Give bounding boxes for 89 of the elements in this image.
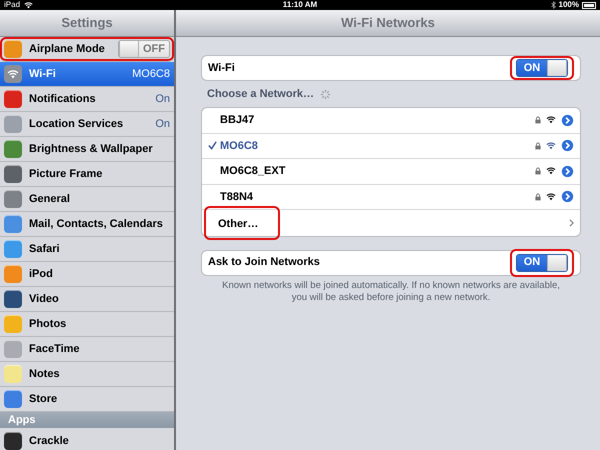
sidebar-item[interactable]: Mail, Contacts, Calendars [0, 212, 174, 237]
sidebar-item[interactable]: Notes [0, 362, 174, 387]
row-label: Ask to Join Networks [208, 255, 320, 270]
sidebar-label: General [29, 192, 70, 207]
row-label: Wi-Fi [208, 60, 235, 76]
check-icon [208, 141, 217, 150]
sidebar-item[interactable]: Notifications On [0, 87, 174, 112]
network-row[interactable]: MO6C8 [202, 134, 580, 159]
app-icon [4, 190, 22, 208]
app-icon [4, 365, 22, 383]
app-icon [4, 290, 22, 308]
sidebar-item[interactable]: Brightness & Wallpaper [0, 137, 174, 162]
app-icon [4, 265, 22, 283]
sidebar-item[interactable]: Crackle [0, 428, 174, 450]
network-row[interactable]: BBJ47 [202, 108, 580, 134]
battery-icon [582, 2, 596, 8]
toggle-label: OFF [139, 41, 169, 57]
sidebar-label: Safari [29, 242, 60, 257]
status-time: 11:10 AM [282, 1, 318, 9]
sidebar-label: Wi-Fi [29, 66, 56, 82]
sidebar-item[interactable]: Wi-Fi MO6C8 [0, 62, 174, 87]
bluetooth-icon [550, 1, 556, 9]
battery-percent: 100% [558, 1, 579, 9]
app-icon [4, 340, 22, 358]
app-icon [4, 215, 22, 233]
detail-disclosure-icon[interactable] [561, 190, 574, 204]
sidebar-label: Crackle [29, 434, 69, 448]
sidebar-item[interactable]: FaceTime [0, 337, 174, 362]
wifi-glyph-icon [7, 70, 19, 78]
wifi-signal-icon [546, 142, 556, 150]
sidebar-label: Airplane Mode [29, 42, 105, 57]
detail-disclosure-icon[interactable] [561, 114, 574, 127]
sidebar-item[interactable]: Photos [0, 312, 174, 337]
network-row[interactable]: T88N4 [202, 184, 580, 210]
app-icon [4, 315, 22, 333]
toggle-label: ON [517, 60, 547, 76]
app-icon [4, 140, 22, 158]
wifi-signal-icon [546, 192, 556, 201]
sidebar-label: Notifications [29, 92, 96, 107]
sidebar-value: MO6C8 [132, 66, 170, 82]
toggle-switch[interactable]: OFF [118, 40, 170, 58]
sidebar-item[interactable]: Picture Frame [0, 162, 174, 187]
network-name: BBJ47 [220, 113, 254, 128]
app-icon [4, 115, 22, 133]
sidebar-item[interactable]: Airplane Mode OFF [0, 37, 174, 62]
app-icon [4, 165, 22, 183]
detail-disclosure-icon[interactable] [561, 164, 574, 178]
app-icon [4, 240, 22, 258]
network-name: MO6C8 [220, 138, 258, 154]
sidebar-label: Picture Frame [29, 166, 102, 182]
sidebar-label: FaceTime [29, 342, 80, 357]
device-name: iPad [4, 1, 20, 9]
sidebar-value: On [155, 116, 170, 132]
sidebar-value: On [155, 92, 170, 107]
wifi-signal-icon [24, 2, 34, 8]
section-label: Choose a Network… [207, 86, 314, 102]
sidebar-item[interactable]: Location Services On [0, 112, 174, 137]
app-icon [4, 390, 22, 408]
network-name: MO6C8_EXT [220, 164, 286, 179]
toggle-switch[interactable]: ON [516, 59, 568, 77]
sidebar-label: Notes [29, 366, 60, 382]
app-icon [4, 90, 22, 108]
footnote-text: Known networks will be joined automatically. If no known networks are available, you will be asked before joining a new network. [221, 280, 561, 304]
detail-disclosure-icon[interactable] [561, 139, 574, 152]
wifi-signal-icon [546, 116, 556, 124]
sidebar-title: Settings [61, 14, 113, 32]
sidebar-label: Video [29, 292, 59, 307]
network-row[interactable]: Other… [202, 210, 580, 236]
sidebar-label: Store [29, 392, 58, 407]
chevron-right-icon [569, 218, 574, 227]
network-name: T88N4 [220, 190, 254, 204]
sidebar-label: Mail, Contacts, Calendars [29, 216, 163, 232]
section-title: Apps [8, 412, 36, 428]
sidebar-item[interactable]: Video [0, 287, 174, 312]
network-row[interactable]: MO6C8_EXT [202, 159, 580, 184]
app-icon [4, 432, 22, 450]
sidebar-label: Location Services [29, 116, 124, 132]
sidebar-label: iPod [29, 266, 53, 282]
wifi-signal-icon [546, 167, 556, 176]
detail-title: Wi-Fi Networks [341, 14, 435, 32]
sidebar-item[interactable]: Safari [0, 237, 174, 262]
toggle-label: ON [517, 254, 547, 270]
loading-spinner-icon [320, 88, 331, 100]
network-name: Other… [218, 218, 258, 230]
sidebar-label: Brightness & Wallpaper [29, 142, 153, 157]
toggle-switch[interactable]: ON [516, 254, 568, 272]
sidebar-label: Photos [29, 316, 66, 332]
sidebar-item[interactable]: General [0, 187, 174, 212]
sidebar-item[interactable]: iPod [0, 262, 174, 287]
